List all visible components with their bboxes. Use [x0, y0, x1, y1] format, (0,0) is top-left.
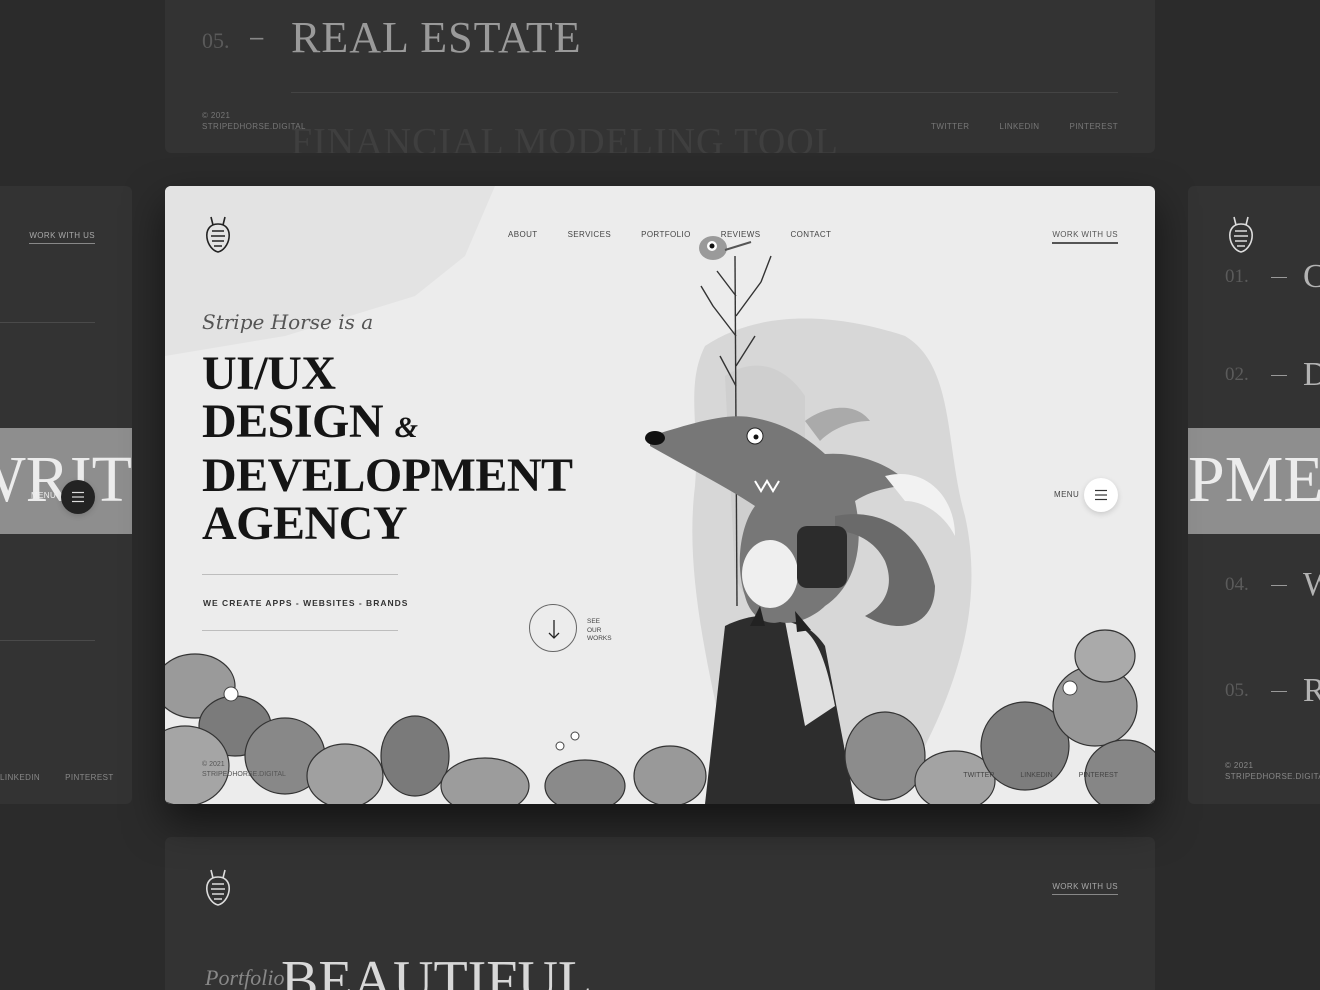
copyright: © 2021 STRIPEDHORSE.DIGITAL [202, 111, 306, 131]
pinterest-link[interactable]: PINTEREST [65, 773, 114, 782]
next-project-title[interactable]: FINANCIAL MODELING TOOL [291, 120, 839, 153]
work-with-us-button[interactable]: WORK WITH US [1052, 230, 1118, 244]
list-item[interactable]: 05. R [1225, 672, 1320, 710]
social-links: TWITTER LINKEDIN PINTEREST [931, 122, 1118, 131]
tagline: Stripe Horse is a [202, 310, 374, 334]
portfolio-card-bottom: WORK WITH US Portfolio BEAUTIFUL [165, 837, 1155, 990]
menu-button[interactable] [61, 480, 95, 514]
preview-card-left: WORK WITH US WRIT MENU LINKEDIN PINTERES… [0, 186, 132, 804]
project-title[interactable]: REAL ESTATE [291, 12, 582, 63]
menu-label: MENU [1054, 490, 1080, 499]
nav-reviews[interactable]: REVIEWS [721, 230, 761, 239]
pinterest-link[interactable]: PINTEREST [1079, 772, 1118, 779]
linkedin-link[interactable]: LINKEDIN [0, 773, 40, 782]
section-script: Portfolio [205, 965, 285, 990]
preview-card-right: 01.C 02.D PMEN 04.W 05.R © 2021 STRIPEDH… [1188, 186, 1320, 804]
nav-contact[interactable]: CONTACT [790, 230, 831, 239]
nav-about[interactable]: ABOUT [508, 230, 538, 239]
project-dash: – [250, 24, 264, 51]
pinterest-link[interactable]: PINTEREST [1070, 122, 1119, 131]
services-tag: WE CREATE APPS - WEBSITES - BRANDS [202, 574, 407, 631]
horse-logo-icon[interactable] [201, 214, 235, 254]
hamburger-icon [1095, 489, 1107, 501]
nav-portfolio[interactable]: PORTFOLIO [641, 230, 691, 239]
social-links: TWITTER LINKEDIN PINTEREST [963, 772, 1118, 779]
nav-services[interactable]: SERVICES [568, 230, 612, 239]
horse-logo-icon[interactable] [1224, 214, 1258, 254]
main-nav: ABOUT SERVICES PORTFOLIO REVIEWS CONTACT [508, 230, 831, 239]
band-text: PMEN [1188, 443, 1320, 516]
arrow-down-icon [548, 620, 560, 639]
portfolio-card-top: 05. – REAL ESTATE FINANCIAL MODELING TOO… [165, 0, 1155, 153]
divider [291, 92, 1118, 93]
menu-label: MENU [31, 491, 57, 500]
hamburger-icon [72, 491, 84, 503]
social-links: LINKEDIN PINTEREST [0, 773, 114, 782]
menu-button[interactable] [1084, 478, 1118, 512]
divider [0, 322, 95, 323]
scroll-down-button[interactable] [529, 604, 577, 652]
list-item[interactable]: 04. W [1225, 566, 1320, 604]
highlight-band: PMEN [1188, 428, 1320, 534]
hero-title: UI/UX DESIGN & DEVELOPMENT AGENCY [202, 347, 573, 550]
section-title: BEAUTIFUL [281, 950, 593, 990]
project-number: 05. [202, 28, 230, 53]
highlight-band: WRIT MENU [0, 428, 132, 534]
linkedin-link[interactable]: LINKEDIN [1020, 772, 1052, 779]
divider [0, 640, 95, 641]
horse-logo-icon[interactable] [201, 867, 235, 907]
twitter-link[interactable]: TWITTER [931, 122, 969, 131]
copyright: © 2021 STRIPEDHORSE.DIGITAL [202, 761, 286, 778]
see-works-label[interactable]: SEE OUR WORKS [587, 618, 612, 644]
linkedin-link[interactable]: LINKEDIN [999, 122, 1039, 131]
work-with-us-link[interactable]: WORK WITH US [29, 231, 95, 244]
work-with-us-link[interactable]: WORK WITH US [1052, 882, 1118, 895]
hero-card: ABOUT SERVICES PORTFOLIO REVIEWS CONTACT… [165, 186, 1155, 804]
list-item[interactable]: 01. C [1225, 258, 1320, 296]
twitter-link[interactable]: TWITTER [963, 772, 994, 779]
list-item[interactable]: 02. D [1225, 356, 1320, 394]
copyright: © 2021 STRIPEDHORSE.DIGITAL [1225, 761, 1320, 781]
